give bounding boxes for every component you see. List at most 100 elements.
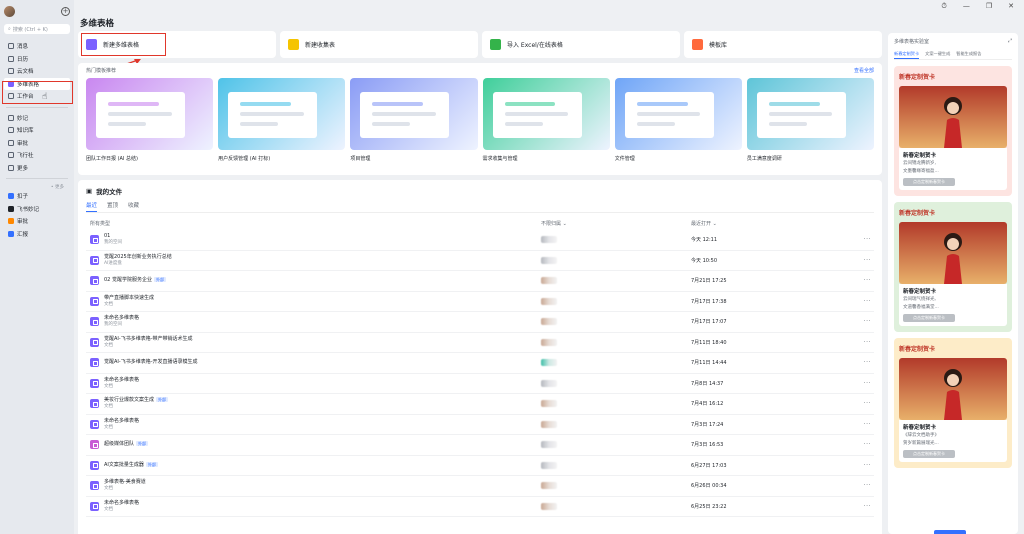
sidebar-item-9[interactable]: 更多 bbox=[4, 162, 70, 175]
sidebar-item-7[interactable]: 审批 bbox=[4, 137, 70, 150]
customize-card-button[interactable]: 点击定制新春贺卡 bbox=[903, 314, 955, 322]
import-excel-button[interactable]: 导入 Excel/在线表格 bbox=[482, 31, 680, 58]
promo-title: 新春定制贺卡 bbox=[903, 289, 937, 295]
table-row[interactable]: 超级媒体团队 外部 7月3日 16:53 ··· bbox=[86, 435, 874, 456]
owner-avatar bbox=[541, 441, 557, 449]
table-row[interactable]: 未命名多维表格 文档 6月25日 23:22 ··· bbox=[86, 497, 874, 517]
lab-tab-0[interactable]: 新春定制贺卡 bbox=[894, 51, 920, 59]
more-icon[interactable]: ··· bbox=[851, 257, 871, 264]
template-card[interactable]: 团队工作日报 (AI 总结) bbox=[86, 78, 214, 162]
table-row[interactable]: 02 觉醒学院服务企业 外部 7月21日 17:25 ··· bbox=[86, 271, 874, 292]
template-heading: 热门模板推荐 bbox=[86, 68, 117, 74]
sidebar-app-2[interactable]: 审批 bbox=[4, 215, 70, 228]
search-input[interactable]: ⌕ 搜索 (Ctrl + K) bbox=[4, 24, 70, 34]
customize-card-button[interactable]: 点击定制新春贺卡 bbox=[903, 178, 955, 186]
more-icon[interactable]: ··· bbox=[851, 298, 871, 305]
table-row[interactable]: 多维表格-美食赛道 文档 6月26日 00:34 ··· bbox=[86, 476, 874, 497]
sidebar-app-3[interactable]: 汇报 bbox=[4, 228, 70, 241]
template-card[interactable]: 员工满意度调研 bbox=[746, 78, 875, 162]
new-form-button[interactable]: 新建收集表 bbox=[280, 31, 478, 58]
template-library-button[interactable]: 模板库 bbox=[684, 31, 882, 58]
sidebar-app-1[interactable]: 飞书妙记 bbox=[4, 203, 70, 216]
sidebar-app-label: 汇报 bbox=[17, 231, 29, 238]
more-icon[interactable]: ··· bbox=[851, 236, 871, 243]
more-icon[interactable]: ··· bbox=[851, 318, 871, 325]
sidebar-item-1[interactable]: 日历 bbox=[4, 53, 70, 66]
table-row[interactable]: 美妆行业爆款文案生成 外部 文档 7月4日 16:12 ··· bbox=[86, 394, 874, 415]
lab-tab-1[interactable]: 文案一键生成 bbox=[925, 51, 950, 59]
more-icon[interactable]: ··· bbox=[851, 400, 871, 407]
table-row[interactable]: 未命名多维表格 文档 7月3日 17:24 ··· bbox=[86, 415, 874, 435]
sidebar: + ⌕ 搜索 (Ctrl + K) 消息 日历 云文档 多维表格 工作台 妙记 知识库 审批飞… bbox=[0, 0, 74, 534]
more-icon[interactable]: ··· bbox=[851, 380, 871, 387]
table-row[interactable]: 01 我的空间 今天 12:11 ··· bbox=[86, 230, 874, 251]
sidebar-item-0[interactable]: 消息 bbox=[4, 40, 70, 53]
sidebar-app-0[interactable]: 扣子 bbox=[4, 190, 70, 203]
file-tab-1[interactable]: 置顶 bbox=[107, 201, 118, 212]
more-icon[interactable]: ··· bbox=[851, 421, 871, 428]
sidebar-item-label: 日历 bbox=[17, 56, 29, 63]
file-location: 文档 bbox=[104, 342, 113, 348]
sidebar-item-label: 妙记 bbox=[17, 115, 29, 122]
sidebar-item-6[interactable]: 知识库 bbox=[4, 124, 70, 137]
avatar[interactable] bbox=[4, 5, 15, 17]
file-name: 未命名多维表格 bbox=[104, 417, 140, 424]
illustration-icon bbox=[940, 228, 966, 284]
more-icon[interactable]: ··· bbox=[851, 503, 871, 510]
more-icon[interactable]: ··· bbox=[851, 339, 871, 346]
template-card[interactable]: 文件管理 bbox=[614, 78, 742, 162]
history-icon[interactable]: ⏱ bbox=[941, 2, 946, 10]
col-type-filter[interactable]: 所有类型 bbox=[86, 220, 541, 227]
sidebar-item-4[interactable]: 工作台 bbox=[4, 90, 70, 103]
sidebar-item-8[interactable]: 飞行社 bbox=[4, 149, 70, 162]
template-card[interactable]: 需求收集与管理 bbox=[482, 78, 610, 162]
plus-icon[interactable]: + bbox=[61, 6, 70, 16]
file-tab-0[interactable]: 最近 bbox=[86, 201, 98, 212]
col-owner-filter[interactable]: 不限归属 ⌄ bbox=[541, 220, 691, 227]
table-row[interactable]: AI文案批量生成器 外部 6月27日 17:03 ··· bbox=[86, 456, 874, 476]
table-row[interactable]: 未命名多维表格 我的空间 7月17日 17:07 ··· bbox=[86, 312, 874, 333]
more-icon[interactable]: ··· bbox=[851, 441, 871, 448]
file-name: 01 bbox=[104, 233, 111, 240]
close-icon[interactable]: ✕ bbox=[1008, 2, 1014, 10]
table-row[interactable]: 带产直播脚本快速生成 文档 7月17日 17:38 ··· bbox=[86, 292, 874, 312]
more-icon[interactable]: ··· bbox=[851, 482, 871, 489]
file-name: 觉醒2025年创新业务执行总结 bbox=[104, 253, 172, 260]
more-icon[interactable]: ··· bbox=[851, 462, 871, 469]
view-all-link[interactable]: 查看全部 bbox=[854, 67, 874, 78]
action-label: 导入 Excel/在线表格 bbox=[507, 42, 563, 49]
template-preview bbox=[746, 78, 875, 150]
table-row[interactable]: 觉醒AI-飞书多维表格-开发直播语录模生成 7月11日 14:44 ··· bbox=[86, 353, 874, 374]
template-card[interactable]: 用户反馈管理 (AI 打标) bbox=[218, 78, 346, 162]
restore-icon[interactable]: ❐ bbox=[986, 2, 992, 10]
expand-icon[interactable]: ⤢ bbox=[1008, 38, 1012, 45]
promo-desc: 云间瑞气绕祥光, bbox=[903, 297, 936, 302]
table-row[interactable]: 觉醒2025年创新业务执行总结 AI进度盘 今天 10:50 ··· bbox=[86, 251, 874, 271]
table-row[interactable]: 未命名多维表格 文档 7月8日 14:37 ··· bbox=[86, 374, 874, 394]
sidebar-item-3[interactable]: 多维表格 bbox=[4, 77, 70, 90]
file-location: AI进度盘 bbox=[104, 260, 122, 266]
lab-panel: 多维表格实验室 ⤢ 新春定制贺卡 文案一键生成 智能生成报告 新春定制贺卡 新春定制贺… bbox=[888, 33, 1018, 534]
last-opened: 7月11日 14:44 bbox=[691, 360, 727, 367]
sidebar-item-label: 更多 bbox=[17, 165, 29, 172]
col-time-sort[interactable]: 最近打开 ⌄ bbox=[691, 220, 851, 227]
file-tab-2[interactable]: 收藏 bbox=[128, 201, 139, 212]
file-name: 多维表格-美食赛道 bbox=[104, 479, 146, 486]
more-icon[interactable]: ··· bbox=[851, 359, 871, 366]
promo-title: 新春定制贺卡 bbox=[903, 153, 937, 159]
sidebar-item-5[interactable]: 妙记 bbox=[4, 112, 70, 125]
file-tabs: 最近 置顶 收藏 bbox=[86, 201, 874, 213]
minimize-icon[interactable]: — bbox=[963, 2, 970, 10]
sidebar-item-2[interactable]: 云文档 bbox=[4, 65, 70, 78]
sidebar-item-label: 工作台 bbox=[17, 94, 34, 101]
plane-icon bbox=[8, 152, 14, 159]
promo-image bbox=[899, 358, 1007, 420]
customize-card-button[interactable]: 点击定制新春贺卡 bbox=[903, 450, 955, 458]
template-card[interactable]: 项目管理 bbox=[350, 78, 478, 162]
table-row[interactable]: 觉醒AI-飞书多维表格-带产带销话术生成 文档 7月11日 18:40 ··· bbox=[86, 333, 874, 353]
files-title: 我的文件 bbox=[96, 188, 123, 196]
more-icon[interactable]: ··· bbox=[851, 277, 871, 284]
base-file-icon bbox=[90, 358, 99, 368]
lab-tab-2[interactable]: 智能生成报告 bbox=[956, 51, 981, 59]
new-base-button[interactable]: 新建多维表格 bbox=[78, 31, 276, 58]
